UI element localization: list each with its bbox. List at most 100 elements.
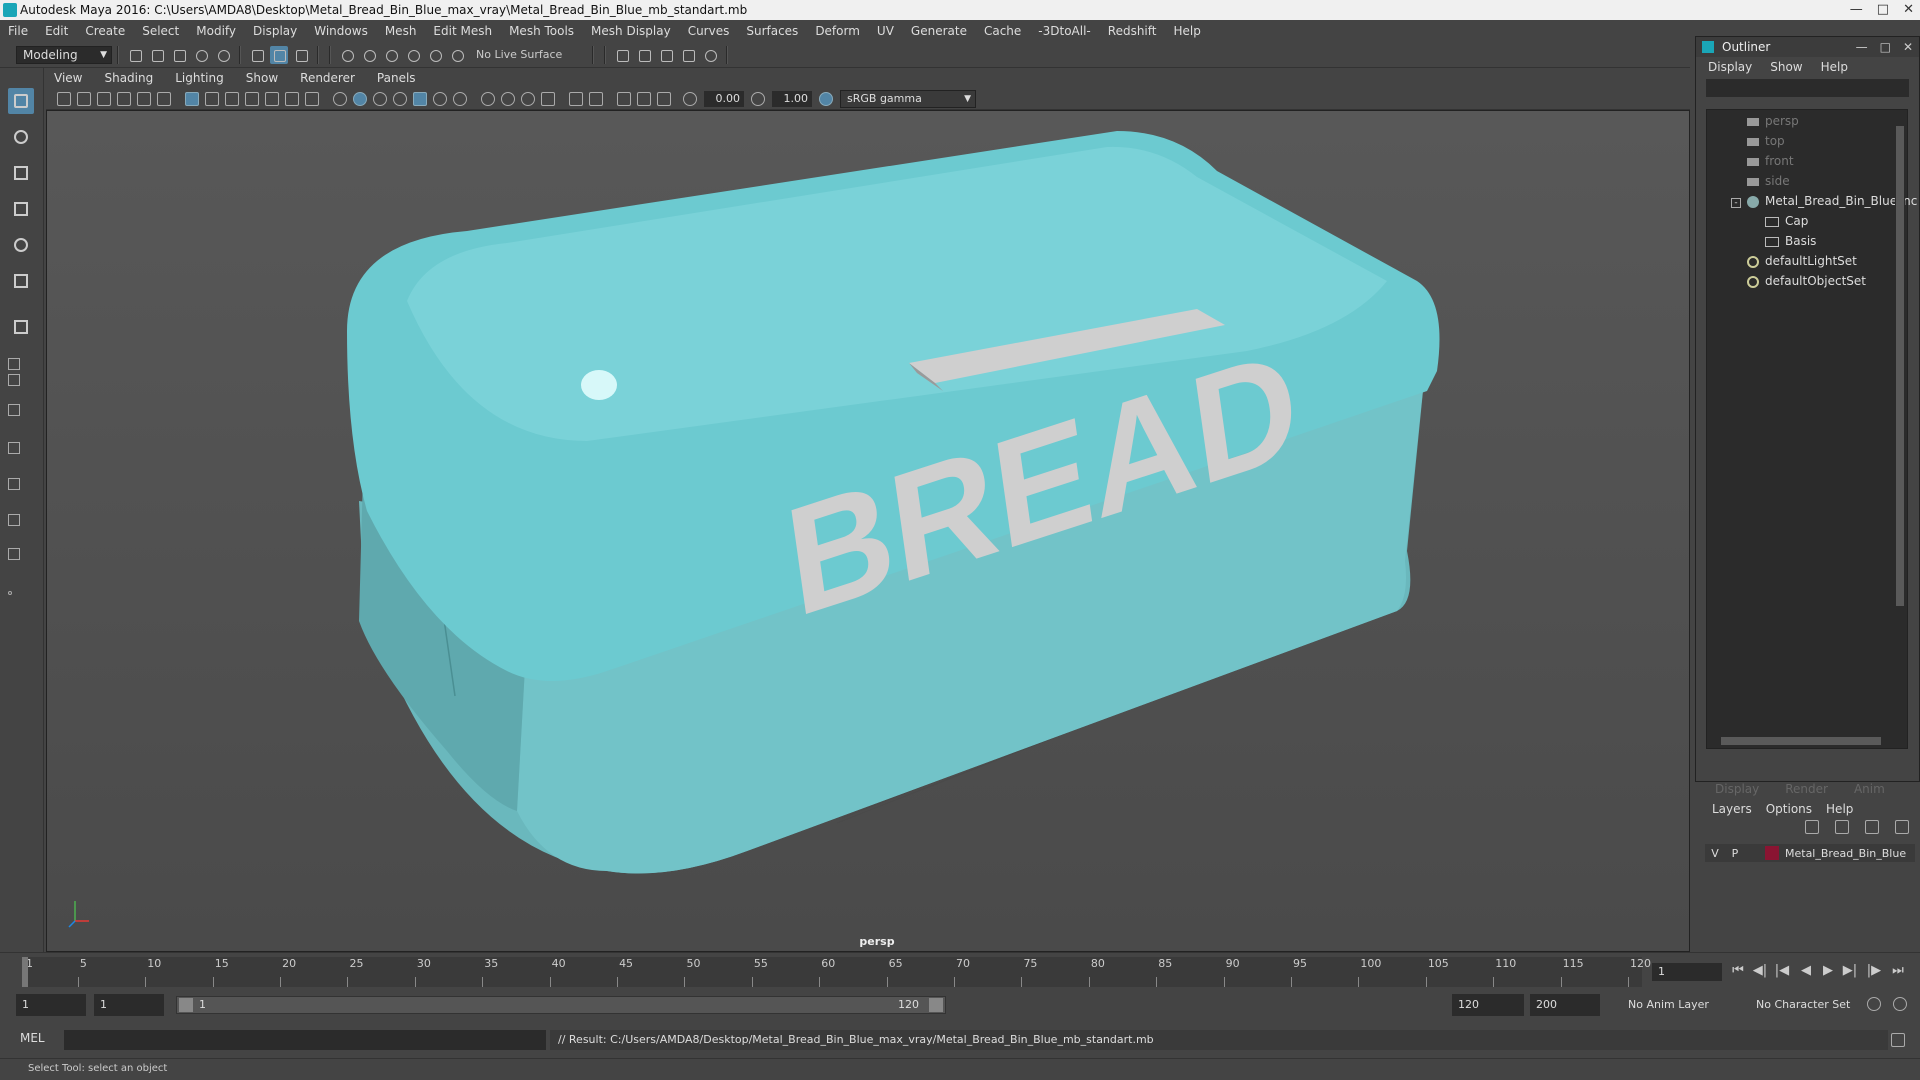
step-back-icon[interactable]: ◀| [1752,963,1768,981]
select-object-icon[interactable] [270,45,288,64]
camera-select-icon[interactable] [57,91,71,106]
outliner-item-defaultobjectset[interactable]: defaultObjectSet [1747,272,1866,290]
undo-icon[interactable] [192,46,210,64]
layout-more-button[interactable] [8,548,36,562]
select-component-icon[interactable] [292,46,310,64]
playback-start-field[interactable]: 1 [94,994,164,1016]
snap-grid-icon[interactable] [338,46,356,64]
safe-title-icon[interactable] [305,91,319,106]
grease-pencil-icon[interactable] [157,91,171,106]
menu-generate[interactable]: Generate [911,24,967,38]
four-view-alt-button[interactable] [8,374,36,388]
minimize-button[interactable]: — [1850,0,1863,20]
render-frame-icon[interactable] [679,46,697,64]
paint-select-tool-button[interactable] [8,160,34,186]
snap-curve-icon[interactable] [360,46,378,64]
render-view-icon[interactable] [635,46,653,64]
outliner-horizontal-scrollbar[interactable] [1709,736,1905,746]
animation-end-field[interactable]: 200 [1530,994,1600,1016]
mel-toggle-button[interactable]: MEL [20,1031,60,1045]
menu-surfaces[interactable]: Surfaces [746,24,798,38]
menu-select[interactable]: Select [142,24,179,38]
menu-mesh-display[interactable]: Mesh Display [591,24,671,38]
default-material-icon[interactable] [393,91,407,106]
menu-deform[interactable]: Deform [815,24,860,38]
smooth-shade-icon[interactable] [353,91,367,106]
menu-uv[interactable]: UV [877,24,894,38]
wireframe-on-shaded-icon[interactable] [373,91,387,106]
move-tool-button[interactable] [8,196,34,222]
step-forward-key-icon[interactable]: ▶| [1842,963,1858,981]
outliner-menu-help[interactable]: Help [1821,60,1848,74]
field-chart-icon[interactable] [265,91,279,106]
image-plane-icon[interactable] [117,91,131,106]
collapse-icon[interactable]: - [1731,198,1741,208]
anim-layer-dropdown[interactable]: No Anim Layer [1622,994,1742,1016]
new-layer-selected-icon[interactable] [1895,820,1909,834]
2d-pan-zoom-icon[interactable] [137,91,151,106]
step-back-key-icon[interactable]: |◀ [1774,963,1790,981]
exposure-field[interactable]: 0.00 [704,90,744,107]
render-settings-icon[interactable] [613,46,631,64]
playback-end-field[interactable]: 120 [1452,994,1524,1016]
mode-dropdown[interactable]: Modeling ▼ [16,45,112,64]
menu-mesh-tools[interactable]: Mesh Tools [509,24,574,38]
auto-key-icon[interactable] [1867,997,1881,1011]
panel-menu-view[interactable]: View [54,71,82,85]
live-surface-label[interactable]: No Live Surface [476,48,562,61]
outliner-menu-display[interactable]: Display [1708,60,1752,74]
grid-icon[interactable] [185,91,199,106]
wireframe-icon[interactable] [333,91,347,106]
snap-point-icon[interactable] [382,46,400,64]
outliner-item-cap[interactable]: Cap [1765,212,1808,230]
camera-attributes-icon[interactable] [77,91,91,106]
outliner-item-defaultlightset[interactable]: defaultLightSet [1747,252,1857,270]
rotate-tool-button[interactable] [8,232,34,258]
make-live-icon[interactable] [448,46,466,64]
save-scene-icon[interactable] [170,46,188,64]
open-scene-icon[interactable] [148,46,166,64]
gate-mask-icon[interactable] [245,91,259,106]
outliner-minimize-button[interactable]: — [1856,37,1868,57]
persp-outliner-button[interactable] [8,442,36,456]
menu-cache[interactable]: Cache [984,24,1021,38]
menu-curves[interactable]: Curves [688,24,730,38]
move-layer-up-icon[interactable] [1805,820,1819,834]
gamma-field[interactable]: 1.00 [772,90,812,107]
menu-redshift[interactable]: Redshift [1108,24,1157,38]
snap-surface-icon[interactable] [426,46,444,64]
layer-color-swatch[interactable] [1765,846,1779,860]
bookmark-icon[interactable] [97,91,111,106]
collapse-toolbox-button[interactable] [8,584,36,598]
menu-mesh[interactable]: Mesh [385,24,417,38]
depth-of-field-icon[interactable] [541,91,555,106]
scroll-thumb[interactable] [1721,737,1881,745]
panel-menu-shading[interactable]: Shading [104,71,153,85]
menu-edit-mesh[interactable]: Edit Mesh [433,24,492,38]
range-start-handle[interactable] [179,998,193,1012]
lasso-tool-button[interactable] [8,124,34,150]
snap-view-plane-icon[interactable] [404,46,422,64]
animation-preferences-icon[interactable] [1893,997,1907,1011]
viewport-persp[interactable]: BREAD persp [46,110,1690,952]
outliner-item-persp[interactable]: persp [1747,112,1799,130]
layer-menu-options[interactable]: Options [1766,802,1812,816]
play-backward-icon[interactable]: ◀ [1798,963,1814,981]
outliner-item-front[interactable]: front [1747,152,1794,170]
tab-anim[interactable]: Anim [1854,782,1885,798]
timeline-ruler[interactable]: 1 5 10 15 20 25 30 35 40 45 50 55 60 65 70 75 80 85 90 95 10… [22,957,1651,987]
textured-icon[interactable] [413,91,427,106]
safe-action-icon[interactable] [285,91,299,106]
menu-edit[interactable]: Edit [45,24,68,38]
layer-row[interactable]: V P Metal_Bread_Bin_Blue [1705,844,1915,862]
resolution-gate-icon[interactable] [225,91,239,106]
persp-graph-button[interactable] [8,478,36,492]
step-forward-icon[interactable]: |▶ [1866,963,1882,981]
panel-menu-lighting[interactable]: Lighting [175,71,224,85]
gamma-icon[interactable] [751,91,765,106]
xray-components-icon[interactable] [637,91,651,106]
menu-create[interactable]: Create [85,24,125,38]
command-input[interactable] [64,1030,546,1050]
tab-display[interactable]: Display [1715,782,1759,798]
maximize-button[interactable]: □ [1877,0,1889,20]
